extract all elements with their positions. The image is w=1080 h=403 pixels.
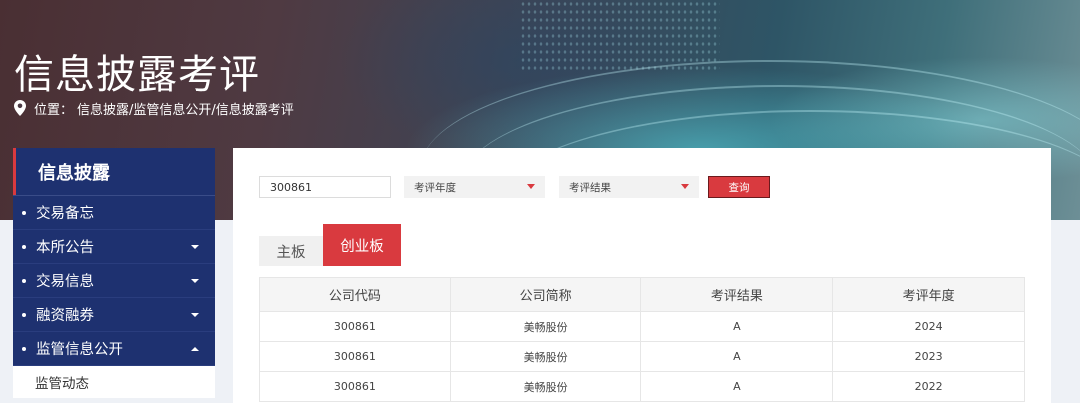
sidebar-item-trading-info[interactable]: 交易信息 (13, 264, 215, 298)
bullet-icon (22, 312, 26, 317)
sidebar-item-label: 本所公告 (36, 240, 94, 256)
year-select[interactable]: 考评年度 (404, 176, 545, 198)
bullet-icon (22, 346, 26, 351)
chevron-down-icon (191, 313, 199, 317)
tab-main-board[interactable]: 主板 (259, 236, 323, 266)
breadcrumb-path[interactable]: 信息披露/监管信息公开/信息披露考评 (77, 99, 294, 118)
sidebar-item-margin-trading[interactable]: 融资融券 (13, 298, 215, 332)
table-cell: 300861 (259, 341, 451, 372)
table-cell: A (640, 311, 834, 342)
table-cell: 300861 (259, 311, 451, 342)
breadcrumb-label: 位置： (34, 102, 74, 118)
company-code-input[interactable] (259, 176, 391, 198)
chevron-down-icon (191, 245, 199, 249)
bullet-icon (22, 278, 26, 283)
table-cell: 2022 (832, 371, 1025, 402)
table-cell: A (640, 371, 834, 402)
breadcrumb: 位置： 信息披露/监管信息公开/信息披露考评 (14, 99, 294, 118)
result-select[interactable]: 考评结果 (559, 176, 699, 198)
table-cell: 2023 (832, 341, 1025, 372)
results-table: 公司代码 公司简称 考评结果 考评年度 300861 美畅股份 A 2024 3… (259, 277, 1025, 402)
table-cell: 美畅股份 (449, 371, 642, 402)
banner-decoration (520, 0, 720, 70)
bullet-icon (22, 210, 26, 215)
sidebar-item-label: 监管信息公开 (36, 342, 123, 358)
sidebar-item-trading-memo[interactable]: 交易备忘 (13, 196, 215, 230)
sidebar-item-announcements[interactable]: 本所公告 (13, 230, 215, 264)
sidebar-item-label: 交易备忘 (36, 206, 94, 222)
board-tabs: 主板 创业板 (259, 224, 401, 266)
sidebar-item-label: 交易信息 (36, 274, 94, 290)
chevron-up-icon (191, 347, 199, 351)
tab-chinext[interactable]: 创业板 (323, 224, 401, 266)
chevron-down-icon (191, 279, 199, 283)
sidebar-item-label: 融资融券 (36, 308, 94, 324)
location-pin-icon (14, 100, 26, 116)
column-header: 公司简称 (449, 277, 642, 312)
sidebar: 信息披露 交易备忘 本所公告 交易信息 融资融券 监管信息公开 监管动态 (13, 148, 215, 403)
table-cell: A (640, 341, 834, 372)
table-cell: 美畅股份 (449, 341, 642, 372)
sidebar-list: 交易备忘 本所公告 交易信息 融资融券 监管信息公开 (13, 195, 215, 366)
column-header: 考评年度 (832, 277, 1025, 312)
filter-row: 考评年度 考评结果 查询 (259, 175, 770, 199)
page-title: 信息披露考评 (14, 52, 260, 98)
caret-down-icon (527, 184, 535, 189)
table-cell: 2024 (832, 311, 1025, 342)
table-cell: 300861 (259, 371, 451, 402)
sidebar-item-regulatory-disclosure[interactable]: 监管信息公开 (13, 332, 215, 366)
column-header: 公司代码 (259, 277, 451, 312)
year-select-label: 考评年度 (414, 181, 456, 194)
result-select-label: 考评结果 (569, 181, 611, 194)
table-row: 300861 美畅股份 A 2024 (259, 311, 1025, 342)
table-row: 300861 美畅股份 A 2023 (259, 341, 1025, 372)
query-button[interactable]: 查询 (708, 176, 770, 198)
table-cell: 美畅股份 (449, 311, 642, 342)
bullet-icon (22, 244, 26, 249)
content-panel: 考评年度 考评结果 查询 主板 创业板 公司代码 公司简称 考评结果 考评年度 … (233, 148, 1051, 403)
sidebar-subitem-regulatory-news[interactable]: 监管动态 (13, 366, 215, 398)
column-header: 考评结果 (640, 277, 834, 312)
table-row: 300861 美畅股份 A 2022 (259, 371, 1025, 402)
table-header-row: 公司代码 公司简称 考评结果 考评年度 (259, 277, 1025, 312)
caret-down-icon (681, 184, 689, 189)
sidebar-header: 信息披露 (13, 148, 215, 195)
